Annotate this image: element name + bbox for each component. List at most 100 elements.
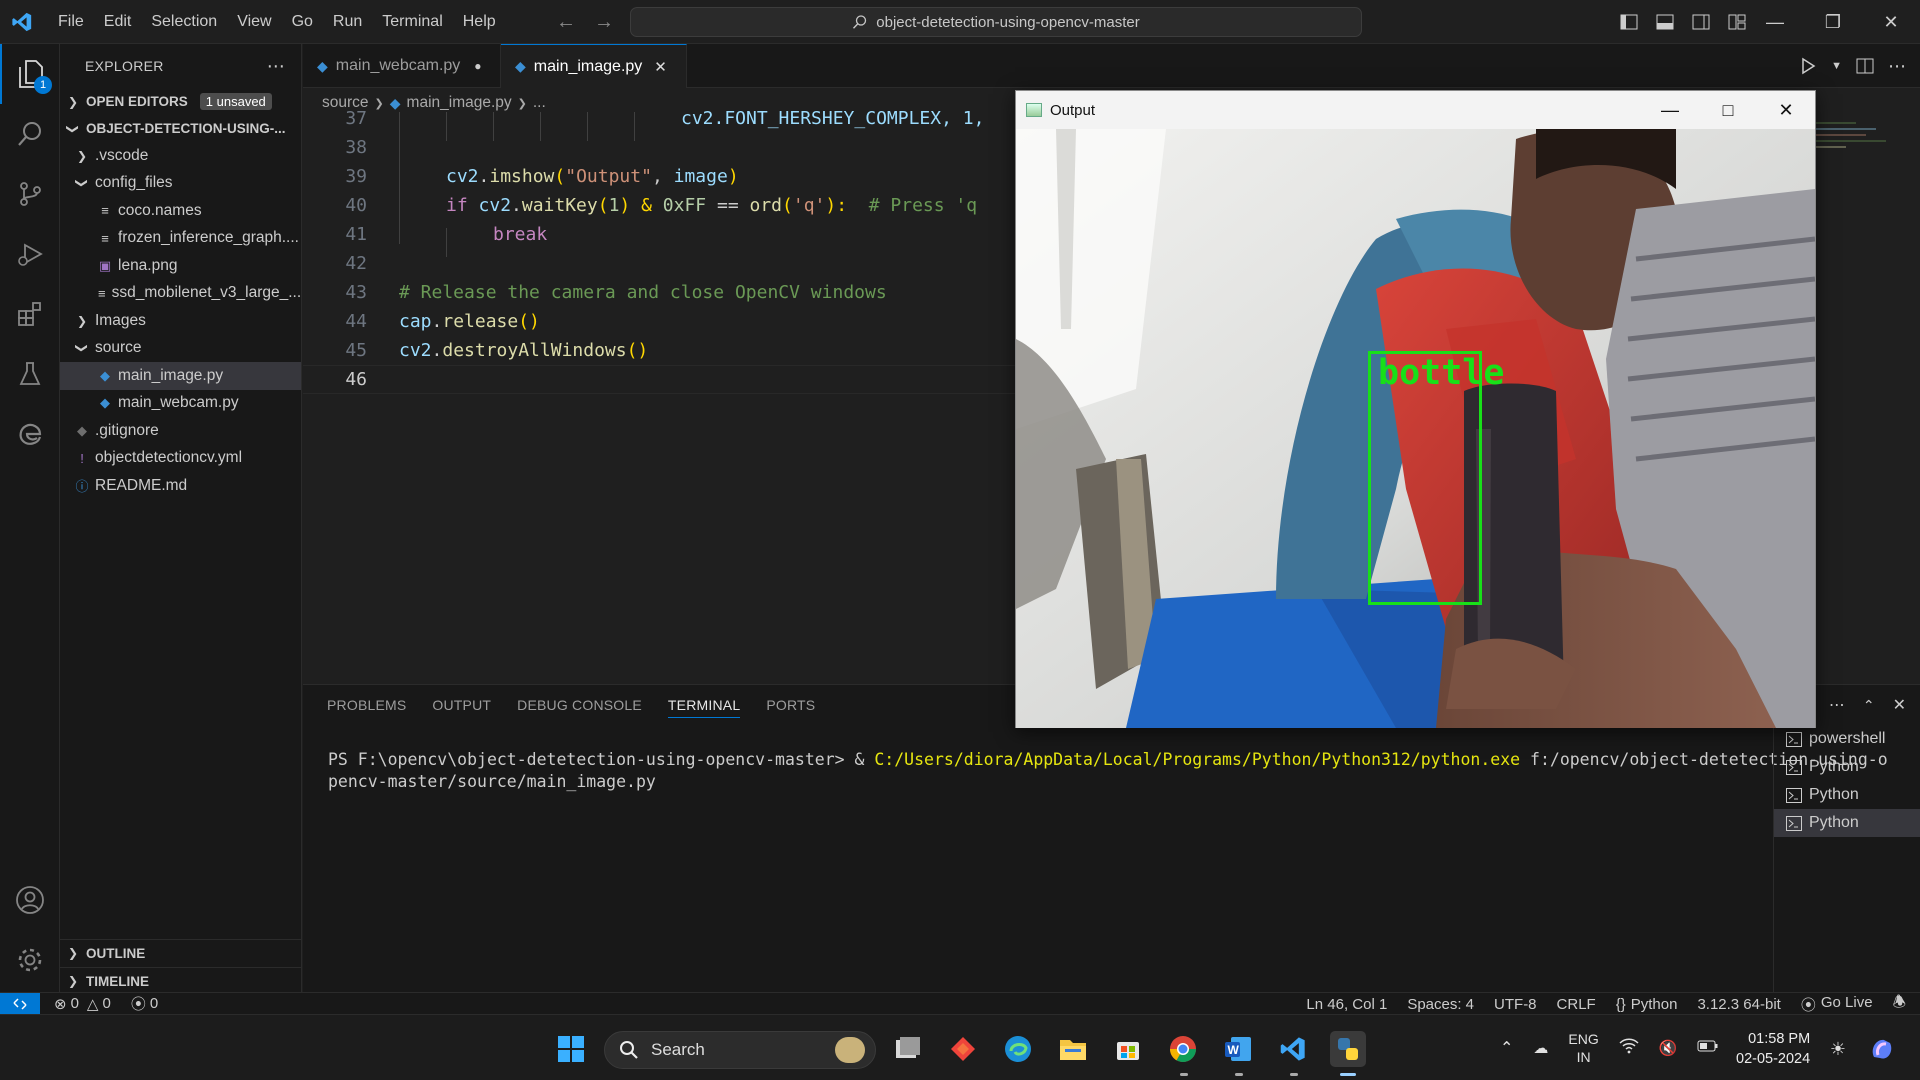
outline-section[interactable]: ❯ OUTLINE [60, 939, 302, 966]
indentation[interactable]: Spaces: 4 [1407, 996, 1474, 1013]
tree-item[interactable]: ❯ config_files [60, 170, 301, 198]
battery-icon[interactable] [1697, 1039, 1719, 1057]
windows-start-icon[interactable] [553, 1031, 589, 1067]
clock[interactable]: 01:58 PM 02-05-2024 [1736, 1029, 1810, 1069]
tree-item[interactable]: ⓘ README.md [60, 472, 301, 500]
menu-edit[interactable]: Edit [94, 0, 142, 44]
tray-chevron-up-icon[interactable]: ⌃ [1500, 1038, 1513, 1058]
edge-devtools-button[interactable] [0, 404, 60, 464]
timeline-section[interactable]: ❯ TIMELINE [60, 967, 302, 994]
testing-button[interactable] [0, 344, 60, 404]
tab-main-image[interactable]: ◆ main_image.py ✕ [501, 44, 687, 88]
vscode-taskbar-icon[interactable] [1275, 1031, 1311, 1067]
source-control-button[interactable] [0, 164, 60, 224]
close-panel-icon[interactable]: ✕ [1893, 695, 1906, 715]
terminal-item-python[interactable]: Python [1774, 781, 1920, 809]
manage-button[interactable] [0, 930, 60, 990]
task-view-icon[interactable] [890, 1031, 926, 1067]
word-icon[interactable]: W [1220, 1031, 1256, 1067]
tab-debug-console[interactable]: DEBUG CONSOLE [517, 697, 642, 713]
split-editor-icon[interactable] [1856, 58, 1874, 74]
menu-selection[interactable]: Selection [141, 0, 227, 44]
tree-item[interactable]: ≡ coco.names [60, 197, 301, 225]
terminal-item-powershell[interactable]: powershell [1774, 725, 1920, 753]
tab-main-webcam[interactable]: ◆ main_webcam.py ● [303, 44, 501, 88]
output-window-titlebar[interactable]: Output — □ ✕ [1016, 91, 1815, 129]
tree-item[interactable]: ❯ .vscode [60, 142, 301, 170]
python-taskbar-icon[interactable] [1330, 1031, 1366, 1067]
maximize-panel-icon[interactable]: ⌃ [1863, 697, 1875, 714]
menu-view[interactable]: View [227, 0, 281, 44]
opencv-output-window[interactable]: Output — □ ✕ bottle [1015, 90, 1816, 728]
modified-dot-icon[interactable]: ● [474, 59, 481, 73]
tree-item[interactable]: ≡ frozen_inference_graph.... [60, 225, 301, 253]
tree-item[interactable]: ❯ Images [60, 307, 301, 335]
language-indicator[interactable]: ENG IN [1568, 1030, 1598, 1066]
language-mode[interactable]: {} Python [1616, 996, 1678, 1013]
terminal-item-python-active[interactable]: Python [1774, 809, 1920, 837]
extensions-button[interactable] [0, 284, 60, 344]
notifications-bell-icon[interactable]: 🕭 [1893, 992, 1906, 1017]
menu-terminal[interactable]: Terminal [372, 0, 452, 44]
chrome-icon[interactable] [1165, 1031, 1201, 1067]
more-actions-icon[interactable]: ⋯ [267, 56, 285, 77]
edge-browser-icon[interactable] [1000, 1031, 1036, 1067]
forward-arrow-icon[interactable]: → [594, 11, 614, 34]
back-arrow-icon[interactable]: ← [556, 11, 576, 34]
menu-file[interactable]: File [48, 0, 94, 44]
tree-item[interactable]: ◆ .gitignore [60, 417, 301, 445]
tree-item[interactable]: ! objectdetectioncv.yml [60, 445, 301, 473]
terminal-output[interactable]: PS F:\opencv\object-detetection-using-op… [328, 749, 1920, 793]
close-tab-icon[interactable]: ✕ [654, 58, 667, 76]
ports-status[interactable]: ⦿ 0 [131, 993, 158, 1014]
cursor-position[interactable]: Ln 46, Col 1 [1306, 996, 1387, 1013]
microsoft-store-icon[interactable] [1110, 1031, 1146, 1067]
open-editors-section[interactable]: ❯ OPEN EDITORS 1 unsaved [60, 88, 301, 115]
explorer-button[interactable]: 1 [0, 44, 60, 104]
panel-more-icon[interactable]: ⋯ [1829, 695, 1845, 715]
file-explorer-icon[interactable] [1055, 1031, 1091, 1067]
chevron-down-icon[interactable]: ▼ [1831, 60, 1842, 72]
toggle-panel-icon[interactable] [1656, 14, 1674, 30]
minimize-icon[interactable]: — [1641, 91, 1699, 129]
tab-terminal[interactable]: TERMINAL [667, 697, 741, 718]
anydesk-icon[interactable] [945, 1031, 981, 1067]
menu-go[interactable]: Go [282, 0, 323, 44]
minimize-icon[interactable]: — [1746, 0, 1804, 44]
restore-icon[interactable]: ❐ [1804, 0, 1862, 44]
problems-status[interactable]: ⊗ 0 △ 0 [54, 995, 111, 1013]
tab-ports[interactable]: PORTS [766, 697, 815, 713]
terminal-item-python[interactable]: Python [1774, 753, 1920, 781]
close-icon[interactable]: ✕ [1757, 91, 1815, 129]
encoding[interactable]: UTF-8 [1494, 996, 1537, 1013]
toggle-secondary-sidebar-icon[interactable] [1692, 14, 1710, 30]
menu-help[interactable]: Help [453, 0, 506, 44]
tree-item[interactable]: ◆ main_webcam.py [60, 390, 301, 418]
search-view-button[interactable] [0, 104, 60, 164]
close-icon[interactable]: ✕ [1862, 0, 1920, 44]
onedrive-off-icon[interactable]: ☁ [1533, 1039, 1548, 1057]
menu-run[interactable]: Run [323, 0, 372, 44]
tree-item[interactable]: ≡ ssd_mobilenet_v3_large_... [60, 280, 301, 308]
tree-item[interactable]: ◆ main_image.py [60, 362, 301, 390]
project-folder-section[interactable]: ❯ OBJECT-DETECTION-USING-... [60, 115, 301, 142]
go-live-button[interactable]: ⦿ Go Live [1801, 994, 1873, 1015]
wifi-icon[interactable] [1619, 1038, 1639, 1058]
minimap[interactable] [1816, 112, 1906, 232]
maximize-icon[interactable]: □ [1699, 91, 1757, 129]
python-interpreter[interactable]: 3.12.3 64-bit [1697, 996, 1780, 1013]
tree-item[interactable]: ❯ source [60, 335, 301, 363]
toggle-primary-sidebar-icon[interactable] [1620, 14, 1638, 30]
accounts-button[interactable] [0, 870, 60, 930]
taskbar-search[interactable]: Search [604, 1031, 876, 1069]
tab-problems[interactable]: PROBLEMS [327, 697, 406, 713]
tree-item[interactable]: ▣ lena.png [60, 252, 301, 280]
tab-output[interactable]: OUTPUT [432, 697, 491, 713]
run-debug-button[interactable] [0, 224, 60, 284]
copilot-icon[interactable] [1864, 1031, 1900, 1067]
remote-indicator[interactable] [0, 992, 40, 1015]
editor-more-icon[interactable]: ⋯ [1888, 56, 1906, 77]
customize-layout-icon[interactable] [1728, 14, 1746, 30]
run-python-icon[interactable] [1799, 57, 1817, 75]
command-center[interactable]: object-detetection-using-opencv-master [630, 7, 1362, 37]
